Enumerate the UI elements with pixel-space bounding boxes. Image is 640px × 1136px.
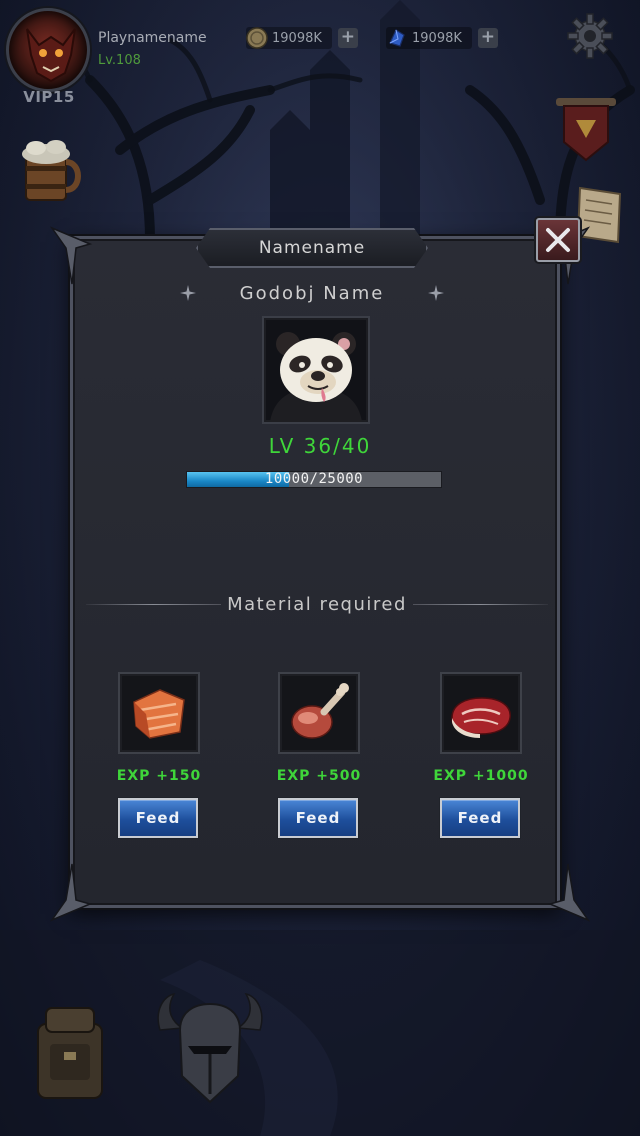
player-name: Playnamename bbox=[98, 30, 207, 46]
drumstick-icon bbox=[291, 683, 349, 739]
material-exp: EXP +1000 bbox=[433, 768, 529, 784]
feed-button[interactable]: Feed bbox=[440, 798, 520, 838]
material-required-title: Material required bbox=[227, 593, 407, 615]
material-required-header: Material required bbox=[86, 590, 549, 618]
player-level: Lv.108 bbox=[98, 53, 141, 68]
divider-left bbox=[86, 603, 222, 605]
panda-icon bbox=[270, 332, 362, 422]
pet-name: Godobj Name bbox=[239, 282, 385, 304]
material-slot-salmon[interactable] bbox=[118, 672, 200, 754]
material-exp: EXP +500 bbox=[276, 768, 362, 784]
crystal-icon bbox=[389, 29, 405, 47]
pet-level: LV 36/40 bbox=[268, 434, 372, 458]
add-gems-button[interactable]: + bbox=[477, 28, 498, 48]
coin-icon bbox=[246, 27, 268, 49]
exp-progress-bar: 10000/25000 bbox=[186, 471, 442, 488]
gear-icon[interactable] bbox=[566, 12, 614, 60]
add-coins-button[interactable]: + bbox=[337, 28, 358, 48]
pet-portrait[interactable] bbox=[262, 316, 370, 424]
avatar-demon-icon bbox=[26, 28, 76, 83]
helmet-icon[interactable] bbox=[152, 990, 268, 1106]
feed-button[interactable]: Feed bbox=[278, 798, 358, 838]
divider-right bbox=[412, 603, 549, 605]
beer-mug-icon[interactable] bbox=[12, 136, 92, 206]
material-slot-drumstick[interactable] bbox=[278, 672, 360, 754]
material-slot-steak[interactable] bbox=[440, 672, 522, 754]
close-button[interactable] bbox=[536, 218, 580, 262]
vip-level: VIP15 bbox=[23, 88, 75, 106]
steak-icon bbox=[451, 697, 511, 738]
sparkle-icon bbox=[180, 285, 196, 301]
sparkle-icon bbox=[428, 285, 444, 301]
coin-resource: 19098K + bbox=[246, 27, 358, 49]
scroll-icon[interactable] bbox=[572, 184, 628, 246]
gem-resource: 19098K + bbox=[386, 27, 498, 49]
salmon-icon bbox=[133, 689, 185, 739]
feed-button[interactable]: Feed bbox=[118, 798, 198, 838]
pet-name-row: Godobj Name bbox=[180, 280, 444, 306]
dialog-title: Namename bbox=[258, 238, 366, 258]
close-icon bbox=[546, 228, 570, 252]
backpack-icon[interactable] bbox=[30, 1000, 110, 1104]
banner-icon[interactable] bbox=[554, 92, 618, 166]
player-avatar[interactable] bbox=[6, 8, 90, 92]
exp-progress-text: 10000/25000 bbox=[264, 471, 364, 487]
material-exp: EXP +150 bbox=[116, 768, 202, 784]
